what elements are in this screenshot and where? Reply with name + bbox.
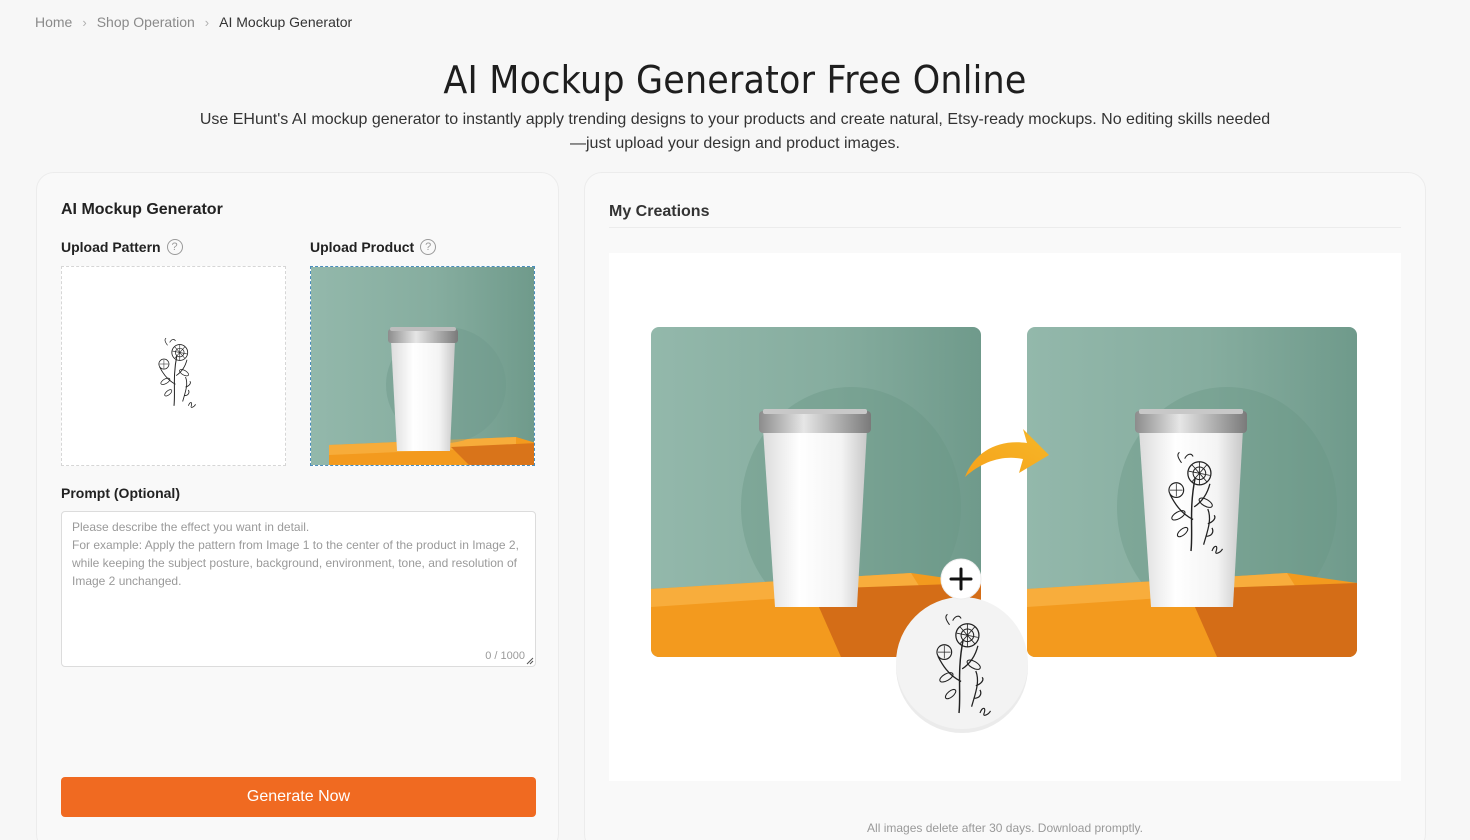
chevron-right-icon: › [82,14,87,30]
generate-now-button[interactable]: Generate Now [61,777,536,817]
upload-pattern-label: Upload Pattern ? [61,239,183,255]
prompt-char-counter: 0 / 1000 [485,650,525,662]
upload-pattern-text: Upload Pattern [61,239,161,255]
breadcrumb-shop-operation[interactable]: Shop Operation [97,14,195,30]
upload-product-text: Upload Product [310,239,415,255]
after-mockup-image [1027,327,1357,657]
pattern-image [158,337,197,408]
creations-preview [609,253,1401,781]
creations-title: My Creations [609,203,710,220]
page-description: Use EHunt's AI mockup generator to insta… [199,111,1271,152]
breadcrumb-current: AI Mockup Generator [219,14,353,30]
chevron-right-icon: › [204,14,210,30]
prompt-textarea[interactable]: Please describe the effect you want in d… [61,511,536,667]
creations-panel: My Creations All images delete after 30 … [584,172,1426,840]
product-image [311,267,534,465]
question-circle-icon[interactable]: ? [420,239,437,255]
prompt-label: Prompt (Optional) [61,485,180,501]
upload-product-label: Upload Product ? [310,239,437,255]
question-circle-icon[interactable]: ? [166,239,183,255]
breadcrumb: Home › Shop Operation › AI Mockup Genera… [35,14,352,30]
upload-pattern-dropzone[interactable] [61,266,286,466]
upload-product-dropzone[interactable] [310,266,535,466]
curved-arrow-icon [965,429,1049,477]
generator-title: AI Mockup Generator [61,201,223,218]
divider [609,227,1401,228]
pattern-circle-image [896,597,1028,733]
page-title: AI Mockup Generator Free Online [443,58,1027,102]
generator-panel: AI Mockup Generator Upload Pattern ? Upl… [36,172,559,840]
breadcrumb-home[interactable]: Home [35,14,72,30]
resize-handle-icon[interactable] [525,656,534,665]
retention-note: All images delete after 30 days. Downloa… [867,821,1143,835]
prompt-placeholder: Please describe the effect you want in d… [72,520,519,588]
plus-icon [940,558,982,600]
